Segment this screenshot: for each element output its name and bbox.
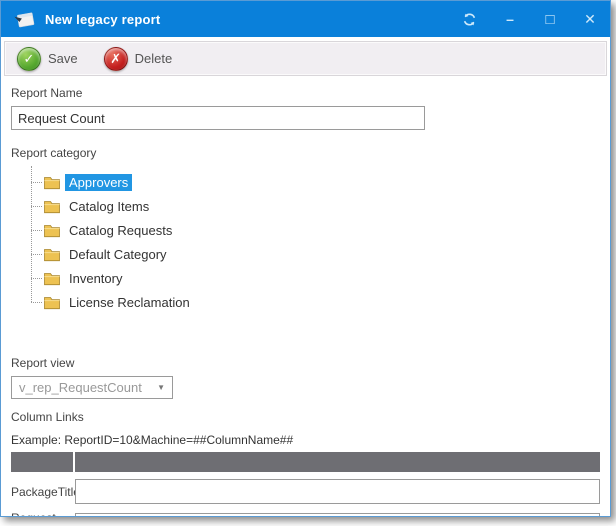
report-name-label: Report Name (11, 86, 600, 100)
close-button[interactable]: ✕ (582, 12, 598, 26)
table-row: PackageTitle (11, 479, 600, 504)
tree-item-label: Approvers (65, 174, 132, 191)
report-category-tree: Approvers Catalog Items Catalog Requests (31, 170, 600, 314)
save-button-label: Save (48, 51, 78, 66)
column-row-label: PackageTitle (11, 485, 75, 499)
tree-item-label: License Reclamation (65, 294, 194, 311)
folder-icon (43, 247, 61, 262)
tree-item-label: Default Category (65, 246, 171, 263)
report-category-label: Report category (11, 146, 600, 160)
folder-icon (43, 199, 61, 214)
report-view-select[interactable]: v_rep_RequestCount ▼ (11, 376, 173, 399)
column-links-example: Example: ReportID=10&Machine=##ColumnNam… (11, 433, 600, 447)
report-name-input[interactable] (11, 106, 425, 130)
tree-item-catalog-requests[interactable]: Catalog Requests (31, 218, 600, 242)
tree-item-label: Catalog Items (65, 198, 153, 215)
dialog-content: Report Name Report category Approvers Ca… (1, 76, 610, 517)
report-note-icon (13, 9, 37, 29)
folder-icon (43, 295, 61, 310)
packagetitle-link-input[interactable] (75, 479, 600, 504)
header-cell-link (75, 452, 600, 472)
dialog-window: New legacy report – □ ✕ ✓ Save ✗ Delete (0, 0, 611, 517)
save-check-icon: ✓ (17, 47, 41, 71)
window-controls: – □ ✕ (462, 12, 598, 27)
minimize-button[interactable]: – (502, 12, 518, 26)
window-title: New legacy report (45, 12, 160, 27)
table-row: Request Count (11, 511, 600, 517)
tree-item-label: Catalog Requests (65, 222, 176, 239)
column-row-label: Request Count (11, 511, 75, 517)
refresh-button[interactable] (462, 12, 478, 27)
toolbar: ✓ Save ✗ Delete (4, 41, 607, 76)
tree-item-approvers[interactable]: Approvers (31, 170, 600, 194)
tree-item-label: Inventory (65, 270, 126, 287)
refresh-icon (462, 12, 477, 27)
column-links-label: Column Links (11, 410, 600, 424)
delete-button-label: Delete (135, 51, 173, 66)
maximize-button[interactable]: □ (542, 12, 558, 27)
column-links-header (11, 452, 600, 472)
title-bar: New legacy report – □ ✕ (1, 1, 610, 37)
tree-item-license-reclamation[interactable]: License Reclamation (31, 290, 600, 314)
request-count-link-input[interactable] (75, 513, 600, 518)
save-button[interactable]: ✓ Save (17, 47, 78, 71)
tree-item-inventory[interactable]: Inventory (31, 266, 600, 290)
delete-button[interactable]: ✗ Delete (104, 47, 173, 71)
folder-icon (43, 223, 61, 238)
chevron-down-icon: ▼ (157, 383, 165, 392)
tree-item-default-category[interactable]: Default Category (31, 242, 600, 266)
tree-item-catalog-items[interactable]: Catalog Items (31, 194, 600, 218)
report-view-label: Report view (11, 356, 600, 370)
folder-icon (43, 175, 61, 190)
delete-x-icon: ✗ (104, 47, 128, 71)
header-cell-name (11, 452, 73, 472)
report-view-value: v_rep_RequestCount (19, 380, 157, 395)
folder-icon (43, 271, 61, 286)
